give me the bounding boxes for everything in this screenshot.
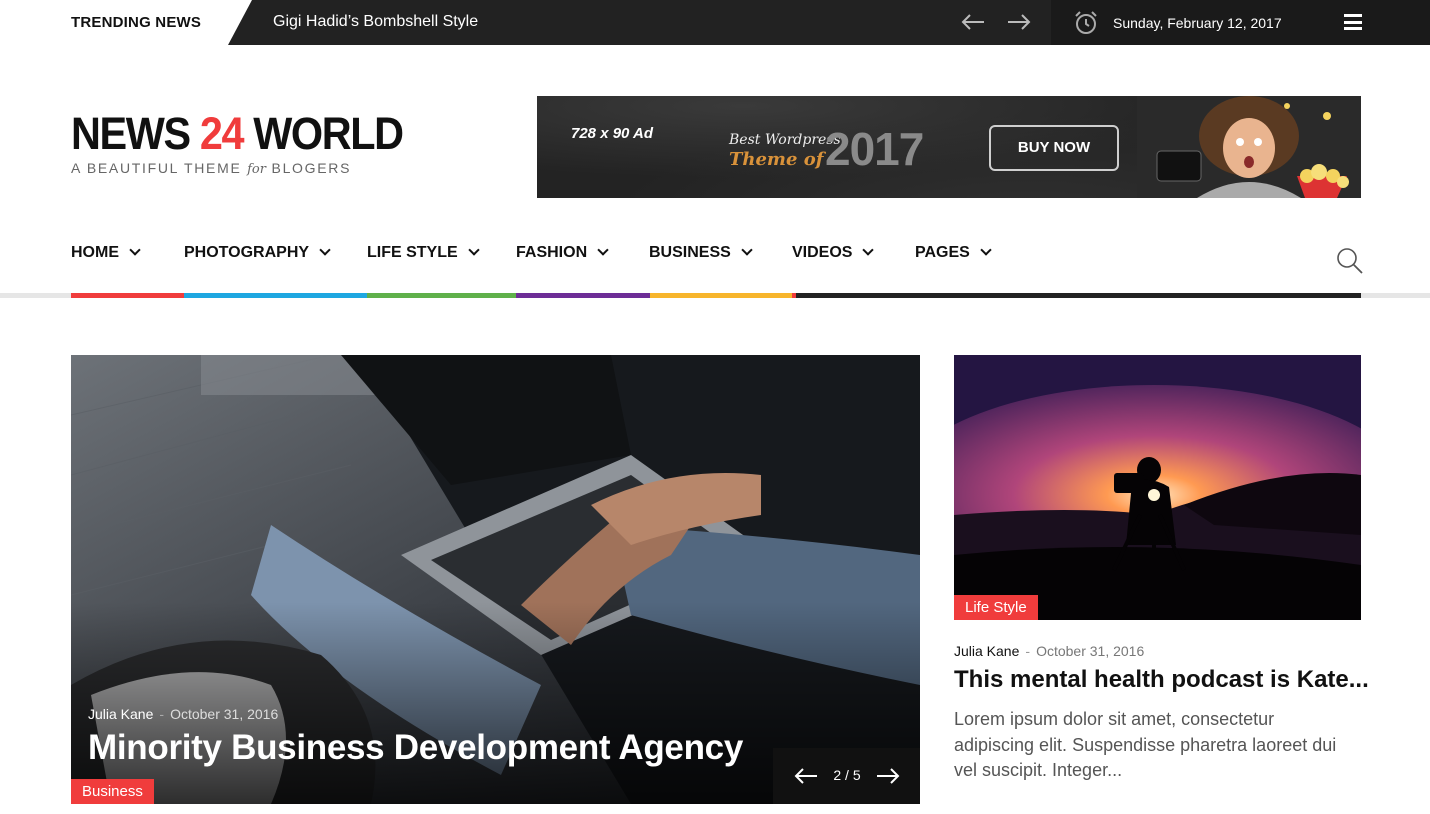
chevron-down-icon xyxy=(468,244,480,256)
nav-item-videos[interactable]: VIDEOS xyxy=(792,244,875,262)
side-category-badge[interactable]: Life Style xyxy=(954,595,1038,620)
side-post-title[interactable]: This mental health podcast is Kate... xyxy=(954,666,1369,694)
nav-color-bar-photography xyxy=(184,293,367,298)
slider-pagination: 2 / 5 xyxy=(833,767,861,783)
ad-best-text: Best Wordpress xyxy=(729,132,841,148)
trending-next-button[interactable] xyxy=(1006,11,1032,33)
ad-banner[interactable]: 728 x 90 Ad Best Wordpress Theme of 2017… xyxy=(537,96,1361,198)
featured-date: October 31, 2016 xyxy=(170,706,279,722)
nav-item-life-style[interactable]: LIFE STYLE xyxy=(367,244,480,262)
nav-item-business[interactable]: BUSINESS xyxy=(649,244,753,262)
nav-color-bar-fashion xyxy=(516,293,650,298)
site-logo[interactable]: NEWS 24 WORLD A BEAUTIFUL THEME for BLOG… xyxy=(71,108,404,182)
featured-title[interactable]: Minority Business Development Agency xyxy=(88,728,743,768)
chevron-down-icon xyxy=(862,244,875,256)
ad-theme-text: Theme of xyxy=(729,149,824,170)
arrow-left-icon xyxy=(794,768,817,784)
ad-buy-now-button[interactable]: BUY NOW xyxy=(989,125,1119,171)
side-post-excerpt: Lorem ipsum dolor sit amet, consectetur … xyxy=(954,709,1337,780)
slider-controls: 2 / 5 xyxy=(773,748,920,804)
chevron-down-icon xyxy=(319,244,331,256)
nav-color-bar-business xyxy=(650,293,792,298)
alarm-clock-icon xyxy=(1075,11,1097,34)
chevron-down-icon xyxy=(741,244,753,256)
nav-item-home[interactable]: HOME xyxy=(71,244,141,262)
date-box: Sunday, February 12, 2017 xyxy=(1051,0,1430,45)
ad-person-image xyxy=(1137,96,1361,198)
trending-label-box: TRENDING NEWS xyxy=(0,0,252,45)
side-post-image[interactable] xyxy=(954,355,1361,620)
sunset-photographer-image xyxy=(954,355,1361,620)
chevron-down-icon xyxy=(980,244,992,256)
nav-item-photography[interactable]: PHOTOGRAPHY xyxy=(184,244,331,262)
featured-slider[interactable]: Julia Kane - October 31, 2016 Minority Bus… xyxy=(71,355,920,804)
arrow-right-icon xyxy=(877,768,900,784)
nav-color-bar-life-style xyxy=(367,293,516,298)
slider-prev-button[interactable] xyxy=(793,765,819,787)
featured-meta: Julia Kane - October 31, 2016 xyxy=(88,706,279,722)
top-bar: TRENDING NEWS Gigi Hadid’s Bombshell Sty… xyxy=(0,0,1430,45)
arrow-left-icon xyxy=(961,14,984,30)
logo-title: NEWS 24 WORLD xyxy=(71,108,404,159)
trending-headline-link[interactable]: Gigi Hadid’s Bombshell Style xyxy=(273,13,478,31)
arrow-right-icon xyxy=(1008,14,1031,30)
current-date: Sunday, February 12, 2017 xyxy=(1113,15,1282,31)
nav-color-bar-home xyxy=(71,293,184,298)
featured-category-badge[interactable]: Business xyxy=(71,779,154,804)
nav-item-pages[interactable]: PAGES xyxy=(915,244,992,262)
side-post-meta: Julia Kane - October 31, 2016 xyxy=(954,643,1145,659)
slider-next-button[interactable] xyxy=(875,765,901,787)
ad-size-label: 728 x 90 Ad xyxy=(571,125,653,142)
trending-prev-button[interactable] xyxy=(960,11,986,33)
hamburger-menu-icon[interactable] xyxy=(1344,14,1362,30)
nav-color-bar-rest xyxy=(796,293,1361,298)
trending-label: TRENDING NEWS xyxy=(71,14,202,31)
side-date: October 31, 2016 xyxy=(1036,643,1145,659)
ad-year: 2017 xyxy=(825,123,924,175)
nav-item-fashion[interactable]: FASHION xyxy=(516,244,609,262)
search-icon[interactable] xyxy=(1336,247,1364,275)
chevron-down-icon xyxy=(597,244,609,256)
chevron-down-icon xyxy=(129,244,141,256)
side-author[interactable]: Julia Kane xyxy=(954,643,1019,659)
logo-tagline: A BEAUTIFUL THEME for BLOGERS xyxy=(71,160,352,177)
featured-author[interactable]: Julia Kane xyxy=(88,706,153,722)
